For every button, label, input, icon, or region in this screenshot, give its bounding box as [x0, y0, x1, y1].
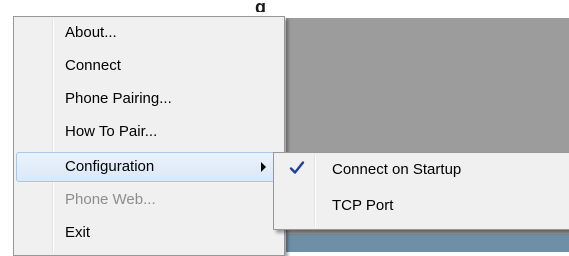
submenu-item-label: Connect on Startup — [332, 161, 462, 178]
menu-item-label: Phone Pairing... — [65, 90, 172, 107]
menu-item-label: How To Pair... — [65, 123, 158, 140]
menu-item-phone-web[interactable]: Phone Web... — [16, 185, 282, 215]
menu-item-connect[interactable]: Connect — [16, 51, 282, 81]
background-title: g — [255, 0, 266, 12]
menu-item-phone-pairing[interactable]: Phone Pairing... — [16, 84, 282, 114]
submenu-item-label: TCP Port — [332, 197, 394, 214]
submenu-item-tcp-port[interactable]: TCP Port — [276, 191, 569, 221]
context-menu: About... Connect Phone Pairing... How To… — [13, 16, 285, 256]
menu-item-label: Phone Web... — [65, 191, 156, 208]
menu-item-configuration[interactable]: Configuration — [16, 152, 282, 182]
menu-item-label: Exit — [65, 224, 91, 241]
menu-item-label: Configuration — [65, 158, 155, 175]
menu-item-label: About... — [65, 24, 117, 41]
submenu-item-connect-on-startup[interactable]: Connect on Startup — [276, 155, 569, 185]
menu-item-exit[interactable]: Exit — [16, 218, 282, 248]
chevron-right-icon — [261, 162, 266, 172]
checkmark-icon — [289, 161, 305, 174]
configuration-submenu: Connect on Startup TCP Port — [273, 152, 569, 230]
background-strip — [286, 234, 569, 252]
menu-item-how-to-pair[interactable]: How To Pair... — [16, 117, 282, 147]
menu-item-label: Connect — [65, 57, 121, 74]
menu-item-about[interactable]: About... — [16, 18, 282, 48]
